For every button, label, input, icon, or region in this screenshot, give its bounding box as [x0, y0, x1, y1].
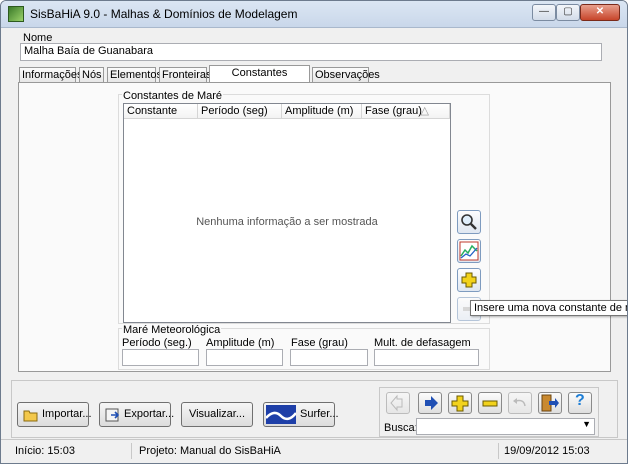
busca-label: Busca:: [384, 422, 418, 434]
minimize-button[interactable]: —: [532, 4, 556, 21]
tab-informacoes[interactable]: Informações: [19, 67, 83, 82]
undo-icon: [513, 398, 526, 407]
constantes-grid[interactable]: Constante Período (seg) Amplitude (m) Fa…: [123, 103, 451, 323]
exit-door-icon: [541, 394, 559, 412]
tab-constantes-harmonicas[interactable]: Constantes Harmônicas: [209, 65, 310, 93]
amplitude-field[interactable]: [206, 349, 283, 366]
maximize-icon: ▢: [563, 6, 573, 17]
nav-remove-button[interactable]: [478, 392, 502, 414]
plus-icon: [451, 395, 469, 412]
close-button[interactable]: ✕: [580, 4, 620, 21]
status-projeto: Projeto: Manual do SisBaHiA: [139, 445, 281, 457]
busca-combobox[interactable]: ▼: [416, 418, 595, 435]
periodo-label: Período (seg.): [122, 337, 192, 349]
surfer-button[interactable]: Surfer...: [263, 402, 339, 427]
title-bar: SisBaHiA 9.0 - Malhas & Domínios de Mode…: [1, 1, 627, 28]
nome-field[interactable]: Malha Baía de Guanabara: [20, 43, 602, 61]
column-header-periodo[interactable]: Período (seg): [198, 104, 282, 119]
magnifier-icon: [461, 214, 477, 230]
nav-add-button[interactable]: [448, 392, 472, 414]
status-inicio: Início: 15:03: [15, 445, 75, 457]
status-separator: [131, 443, 132, 459]
maximize-button[interactable]: ▢: [556, 4, 580, 21]
importar-label: Importar...: [42, 408, 92, 420]
tab-fronteiras[interactable]: Fronteiras: [159, 67, 212, 82]
surfer-icon: [266, 405, 296, 424]
status-bar: Início: 15:03 Projeto: Manual do SisBaHi…: [1, 439, 627, 463]
column-header-constante[interactable]: Constante: [124, 104, 198, 119]
arrow-right-icon: [425, 396, 438, 410]
nav-next-button[interactable]: [418, 392, 442, 414]
mult-defasagem-label: Mult. de defasagem: [374, 337, 471, 349]
open-folder-icon: [23, 410, 38, 422]
visualizar-label: Visualizar...: [188, 408, 246, 420]
app-icon: [8, 6, 24, 22]
sort-indicator-icon: △: [420, 105, 429, 117]
fase-label: Fase (grau): [291, 337, 348, 349]
importar-button[interactable]: Importar...: [17, 402, 92, 427]
minimize-icon: —: [539, 6, 549, 17]
chevron-down-icon: ▼: [582, 419, 591, 429]
column-header-amplitude[interactable]: Amplitude (m): [282, 104, 362, 119]
fase-field[interactable]: [290, 349, 368, 366]
arrow-left-icon: [390, 394, 403, 412]
tab-nos[interactable]: Nós: [79, 67, 104, 82]
status-datetime: 19/09/2012 15:03: [504, 445, 590, 457]
help-button[interactable]: ?: [568, 392, 592, 414]
navigation-panel: ? Busca: ▼: [379, 387, 599, 437]
tooltip: Insere uma nova constante de maré: [470, 300, 627, 316]
mult-defasagem-field[interactable]: [374, 349, 479, 366]
plus-icon: [461, 272, 477, 288]
meteorologica-group-label: Maré Meteorológica: [122, 324, 222, 336]
add-constant-button[interactable]: [457, 268, 481, 292]
amplitude-label: Amplitude (m): [206, 337, 275, 349]
view-button[interactable]: [457, 210, 481, 234]
chart-icon: [459, 241, 479, 261]
nav-previous-button[interactable]: [386, 392, 410, 414]
tab-elementos[interactable]: Elementos: [107, 67, 162, 82]
exportar-button[interactable]: Exportar...: [99, 402, 175, 427]
visualizar-button[interactable]: Visualizar...: [181, 402, 253, 427]
column-header-fase-label: Fase (grau): [365, 105, 422, 117]
surfer-label: Surfer...: [300, 408, 339, 420]
help-icon: ?: [575, 392, 585, 409]
nav-exit-button[interactable]: [538, 392, 562, 414]
exportar-label: Exportar...: [124, 408, 175, 420]
close-icon: ✕: [595, 6, 605, 17]
window-title: SisBaHiA 9.0 - Malhas & Domínios de Mode…: [30, 7, 298, 21]
periodo-field[interactable]: [122, 349, 199, 366]
minus-icon: [482, 400, 498, 407]
tab-observacoes[interactable]: Observações: [312, 67, 380, 82]
status-separator: [498, 443, 499, 459]
empty-message: Nenhuma informação a ser mostrada: [196, 216, 378, 228]
main-window: SisBaHiA 9.0 - Malhas & Domínios de Mode…: [0, 0, 628, 464]
export-icon: [105, 408, 120, 422]
column-header-fase[interactable]: Fase (grau) △: [362, 104, 450, 119]
nav-undo-button[interactable]: [508, 392, 532, 414]
constantes-group-label: Constantes de Maré: [122, 90, 224, 102]
chart-button[interactable]: [457, 239, 481, 263]
